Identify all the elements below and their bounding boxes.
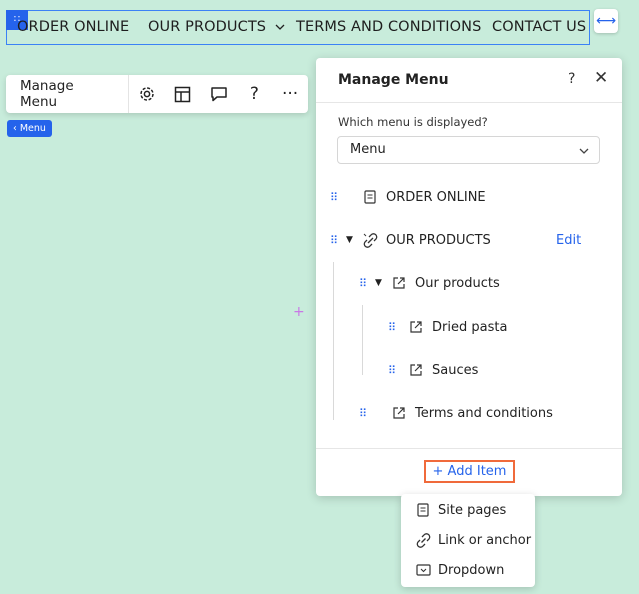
- dropdown-item-label: Link or anchor: [438, 532, 532, 548]
- drag-handle-icon[interactable]: ⠿: [359, 407, 371, 420]
- menu-item-label: Our products: [415, 275, 500, 291]
- layout-icon[interactable]: [165, 75, 201, 113]
- edit-link[interactable]: Edit: [556, 233, 581, 248]
- external-link-icon: [391, 405, 407, 421]
- close-icon[interactable]: ✕: [594, 68, 608, 88]
- drag-handle-icon[interactable]: ⠿: [330, 234, 342, 247]
- add-item-button[interactable]: + Add Item: [424, 460, 515, 483]
- nav-item-terms[interactable]: TERMS AND CONDITIONS: [296, 19, 481, 35]
- horizontal-stretch-icon[interactable]: ⟷: [594, 9, 618, 33]
- page-icon: [415, 502, 431, 518]
- dropdown-item-site-pages[interactable]: Site pages: [415, 500, 506, 520]
- nav-item-contact[interactable]: CONTACT US: [492, 19, 586, 35]
- unlink-icon: [362, 232, 378, 248]
- more-icon[interactable]: ···: [272, 75, 308, 113]
- element-toolbar: Manage Menu ? ···: [6, 75, 308, 113]
- drag-handle-icon[interactable]: ⠿: [388, 364, 400, 377]
- nav-item-label: OUR PRODUCTS: [148, 19, 267, 35]
- external-link-icon: [391, 275, 407, 291]
- collapse-caret-icon[interactable]: ▼: [342, 235, 362, 245]
- menu-item-label: Sauces: [432, 362, 479, 378]
- drag-handle-icon[interactable]: ⠿: [359, 277, 371, 290]
- chevron-down-icon: [275, 24, 285, 30]
- comment-icon[interactable]: [201, 75, 237, 113]
- external-link-icon: [408, 362, 424, 378]
- menu-item-label: OUR PRODUCTS: [386, 232, 491, 248]
- divider: [316, 448, 622, 449]
- help-icon[interactable]: ?: [568, 71, 575, 87]
- dropdown-item-label: Site pages: [438, 502, 507, 518]
- plus-marker-icon: +: [293, 304, 305, 320]
- menu-select-value: Menu: [350, 142, 386, 157]
- menu-item-row[interactable]: ⠿ ▼ OUR PRODUCTS: [330, 230, 491, 250]
- dropdown-item-label: Dropdown: [438, 562, 505, 578]
- menu-item-row[interactable]: ⠿ Dried pasta: [388, 317, 507, 337]
- manage-menu-button[interactable]: Manage Menu: [6, 75, 130, 113]
- menu-item-row[interactable]: ⠿ Sauces: [388, 360, 478, 380]
- drag-handle-icon[interactable]: ⠿: [388, 321, 400, 334]
- menu-item-label: Terms and conditions: [415, 405, 553, 421]
- link-icon: [415, 532, 431, 548]
- element-name-tag[interactable]: ‹ Menu: [7, 120, 52, 137]
- tree-line: [333, 262, 334, 420]
- nav-item-order-online[interactable]: ORDER ONLINE: [17, 19, 129, 35]
- collapse-caret-icon[interactable]: ▼: [371, 278, 391, 288]
- menu-item-label: Dried pasta: [432, 319, 508, 335]
- gear-icon[interactable]: [129, 75, 165, 113]
- dropdown-icon: [415, 562, 431, 578]
- nav-item-our-products[interactable]: OUR PRODUCTS: [148, 19, 285, 35]
- which-menu-label: Which menu is displayed?: [338, 115, 488, 129]
- divider: [316, 102, 622, 103]
- menu-item-row[interactable]: ⠿ ▼ Our products: [359, 273, 500, 293]
- add-item-dropdown: Site pages Link or anchor Dropdown: [401, 494, 535, 587]
- manage-menu-panel: Manage Menu ? ✕ Which menu is displayed?…: [316, 58, 622, 496]
- help-icon[interactable]: ?: [237, 75, 273, 113]
- chevron-down-icon: [579, 148, 589, 154]
- site-menu-bar[interactable]: ∷ ORDER ONLINE OUR PRODUCTS TERMS AND CO…: [6, 10, 590, 45]
- dropdown-item-dropdown[interactable]: Dropdown: [415, 560, 504, 580]
- menu-item-label: ORDER ONLINE: [386, 189, 486, 205]
- menu-item-row[interactable]: ⠿ Terms and conditions: [359, 403, 553, 423]
- menu-item-row[interactable]: ⠿ ORDER ONLINE: [330, 187, 486, 207]
- panel-title: Manage Menu: [338, 72, 449, 88]
- drag-handle-icon[interactable]: ⠿: [330, 191, 342, 204]
- tree-line: [362, 305, 363, 375]
- external-link-icon: [408, 319, 424, 335]
- dropdown-item-link[interactable]: Link or anchor: [415, 530, 531, 550]
- page-icon: [362, 189, 378, 205]
- menu-select[interactable]: Menu: [337, 136, 600, 164]
